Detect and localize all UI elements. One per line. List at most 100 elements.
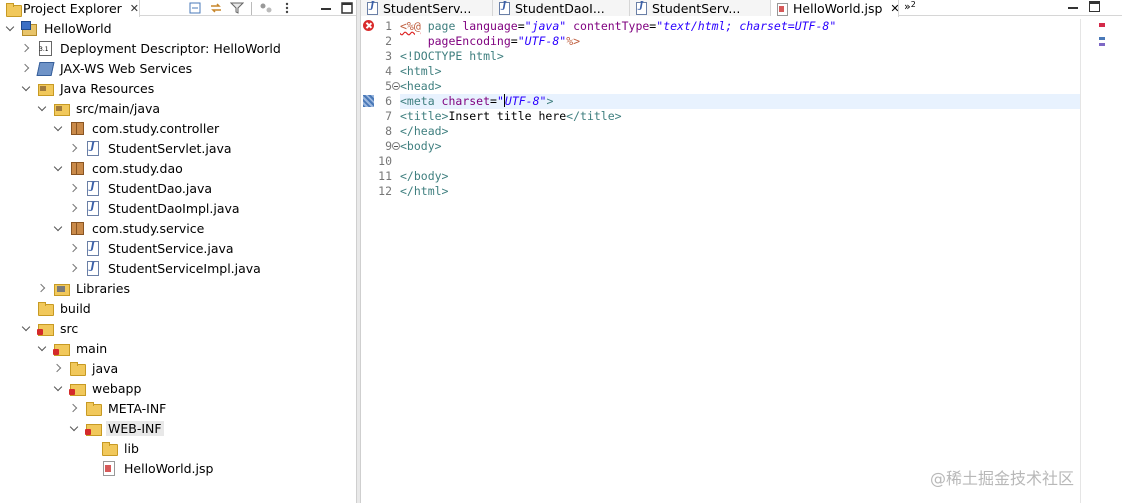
- tree-item[interactable]: StudentService.java: [70, 238, 236, 258]
- code-token: <!DOCTYPE html>: [400, 49, 504, 63]
- tree-item[interactable]: java: [54, 358, 120, 378]
- close-icon[interactable]: ✕: [130, 2, 139, 15]
- chevron-right-icon[interactable]: [38, 283, 48, 293]
- source-folder-icon: [53, 101, 70, 116]
- chevron-down-icon[interactable]: [38, 343, 48, 353]
- tree-item[interactable]: src: [22, 318, 80, 338]
- code-token: %>: [566, 34, 581, 48]
- line-number: 2: [385, 34, 392, 48]
- tree-item[interactable]: StudentServiceImpl.java: [70, 258, 263, 278]
- close-icon[interactable]: ✕: [890, 2, 898, 15]
- ruler-error-mark[interactable]: [1099, 23, 1105, 27]
- chevron-down-icon[interactable]: [70, 423, 80, 433]
- tree-item[interactable]: StudentServlet.java: [70, 138, 234, 158]
- tree-item-label: Java Resources: [60, 80, 155, 96]
- java-file-icon: [636, 1, 647, 15]
- chevron-right-icon[interactable]: [70, 183, 80, 193]
- chevron-right-icon[interactable]: [22, 43, 32, 53]
- fold-toggle-icon[interactable]: [392, 82, 400, 90]
- tree-item[interactable]: main: [38, 338, 109, 358]
- chevron-right-icon[interactable]: [70, 203, 80, 213]
- tree-item[interactable]: com.study.dao: [54, 158, 185, 178]
- tree-item[interactable]: com.study.controller: [54, 118, 221, 138]
- tree-item-label: JAX-WS Web Services: [60, 60, 193, 76]
- more-options-icon[interactable]: [280, 1, 294, 15]
- tree-item[interactable]: com.study.service: [54, 218, 206, 238]
- gutter-line: 8: [361, 124, 401, 139]
- chevron-right-icon[interactable]: [70, 263, 80, 273]
- maximize-editor-icon[interactable]: [1089, 1, 1100, 12]
- gutter-line: 1: [361, 19, 401, 34]
- fold-toggle-icon[interactable]: [392, 142, 400, 150]
- chevron-double-right-icon: »: [904, 0, 911, 13]
- tab-project-explorer[interactable]: Project Explorer ✕: [0, 0, 140, 17]
- chevron-right-icon[interactable]: [70, 243, 80, 253]
- folder-icon: [69, 361, 86, 376]
- tree-item[interactable]: WEB-INF: [70, 418, 164, 438]
- chevron-down-icon[interactable]: [22, 323, 32, 333]
- tree-item-label: src/main/java: [76, 100, 161, 116]
- minimize-view-icon[interactable]: [319, 1, 333, 15]
- error-folder-icon: [37, 321, 54, 336]
- tree-item[interactable]: StudentDaoImpl.java: [70, 198, 242, 218]
- chevron-down-icon[interactable]: [54, 223, 64, 233]
- jsp-editor: StudentServ... StudentDaoI... StudentSer…: [361, 0, 1122, 503]
- tree-item[interactable]: lib: [86, 438, 141, 458]
- editor-tab-helloworld-jsp[interactable]: HelloWorld.jsp ✕: [771, 0, 899, 17]
- chevron-right-icon[interactable]: [70, 403, 80, 413]
- ruler-annotation-mark[interactable]: [1099, 43, 1105, 46]
- tree-item[interactable]: JAX-WS Web Services: [22, 58, 194, 78]
- gutter-line: 6: [361, 94, 401, 109]
- minimize-editor-icon[interactable]: [1068, 2, 1078, 12]
- code-token: language: [462, 19, 518, 33]
- editor-tab-student-servlet[interactable]: StudentServ...: [361, 0, 493, 16]
- tree-item-label: HelloWorld.jsp: [124, 460, 214, 476]
- filter-icon[interactable]: [229, 1, 245, 15]
- chevron-down-icon[interactable]: [54, 383, 64, 393]
- error-marker-icon[interactable]: [363, 20, 374, 31]
- java-file-icon: [85, 141, 101, 156]
- code-area[interactable]: <%@ page language="java" contentType="te…: [400, 19, 1080, 503]
- chevron-right-icon[interactable]: [22, 63, 32, 73]
- gutter-line: 7: [361, 109, 401, 124]
- tree-item[interactable]: src/main/java: [38, 98, 162, 118]
- chevron-down-icon[interactable]: [54, 123, 64, 133]
- editor-tab-label: HelloWorld.jsp: [793, 1, 883, 16]
- chevron-down-icon[interactable]: [38, 103, 48, 113]
- overview-ruler[interactable]: [1087, 19, 1105, 503]
- tree-item[interactable]: Deployment Descriptor: HelloWorld: [22, 38, 283, 58]
- link-with-editor-icon[interactable]: [209, 1, 223, 15]
- tree-item[interactable]: HelloWorld.jsp: [86, 458, 215, 478]
- code-line: <body>: [400, 139, 1080, 154]
- editor-tab-label: StudentDaoI...: [515, 0, 605, 16]
- chevron-down-icon[interactable]: [6, 23, 16, 33]
- code-line: <html>: [400, 64, 1080, 79]
- code-token: page: [420, 19, 463, 33]
- tree-item[interactable]: Java Resources: [22, 78, 156, 98]
- tree-item[interactable]: Libraries: [38, 278, 132, 298]
- chevron-right-icon[interactable]: [70, 143, 80, 153]
- chevron-down-icon[interactable]: [22, 83, 32, 93]
- project-explorer-icon: [5, 2, 22, 17]
- tree-item[interactable]: META-INF: [70, 398, 168, 418]
- folder-icon: [101, 441, 118, 456]
- tree-item[interactable]: build: [22, 298, 93, 318]
- code-line: </head>: [400, 124, 1080, 139]
- line-number: 9: [385, 139, 392, 153]
- editor-tab-student-dao-impl[interactable]: StudentDaoI...: [493, 0, 630, 16]
- chevron-right-icon[interactable]: [54, 363, 64, 373]
- editor-tab-label: StudentServ...: [383, 0, 472, 16]
- collapse-all-icon[interactable]: [188, 1, 202, 15]
- code-token: <html>: [400, 64, 442, 78]
- java-file-icon: [367, 1, 378, 15]
- tree-item[interactable]: HelloWorld: [6, 18, 114, 38]
- editor-tab-student-service[interactable]: StudentServ...: [630, 0, 771, 16]
- ruler-occurrence-mark[interactable]: [1099, 37, 1105, 40]
- maximize-view-icon[interactable]: [340, 1, 354, 15]
- tree-item[interactable]: webapp: [54, 378, 143, 398]
- chevron-down-icon[interactable]: [54, 163, 64, 173]
- tab-overflow-button[interactable]: » 2: [904, 0, 916, 16]
- tree-item[interactable]: StudentDao.java: [70, 178, 214, 198]
- java-resources-icon: [37, 81, 54, 96]
- view-menu-icon[interactable]: [259, 1, 273, 15]
